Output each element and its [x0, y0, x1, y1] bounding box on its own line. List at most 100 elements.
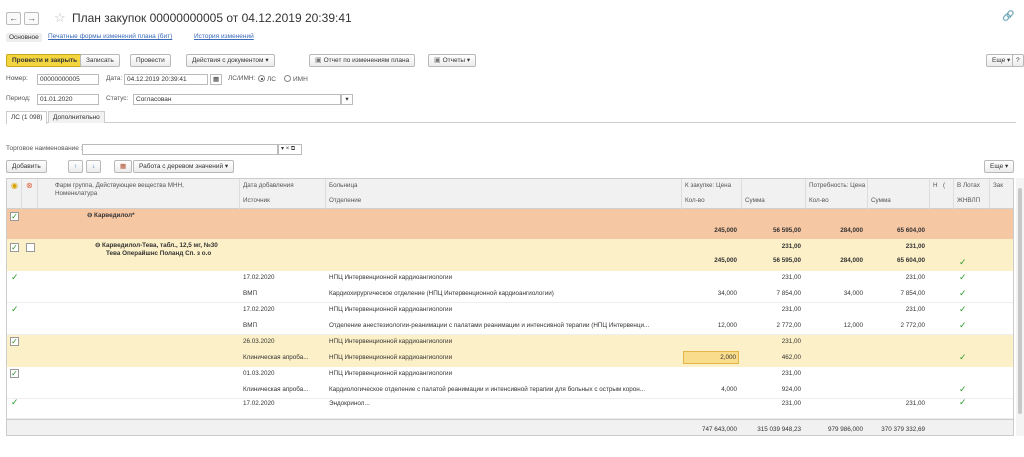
status-field[interactable]: Согласован	[133, 94, 341, 105]
number-label: Номер:	[6, 75, 28, 82]
clear-icon[interactable]: ×	[286, 146, 290, 152]
col-qty[interactable]: Кол-во	[685, 197, 705, 205]
favorite-star-icon[interactable]: ☆	[54, 10, 66, 26]
tab-history[interactable]: История изменений	[194, 33, 254, 40]
row-date: 17.02.2020	[243, 306, 275, 313]
scrollbar-thumb[interactable]	[1018, 188, 1022, 414]
col-date-added[interactable]: Дата добавления	[243, 182, 294, 190]
row-need-price: 231,00	[905, 400, 925, 407]
purchase-table: ◉ ⊗ Фарм группа, Действующее вещества МН…	[6, 178, 1014, 436]
col-in-lots[interactable]: В Лотах	[957, 182, 980, 190]
table-row[interactable]: ✓ 17.02.2020 НПЦ Интервенционной кардиоа…	[7, 303, 1013, 335]
tab-print-forms[interactable]: Печатные формы изменений плана (бит)	[48, 33, 172, 40]
check-icon: ✓	[11, 272, 19, 282]
window-title: План закупок 00000000005 от 04.12.2019 2…	[72, 11, 352, 25]
changes-report-label: Отчет по изменениям плана	[323, 57, 410, 64]
post-button[interactable]: Провести	[130, 54, 171, 67]
calendar-icon[interactable]: ▦	[210, 74, 222, 85]
col-zak[interactable]: Зак	[993, 182, 1003, 190]
col-need-sum[interactable]: Сумма	[871, 197, 891, 205]
table-row[interactable]: ✓ 01.03.2020 НПЦ Интервенционной кардиоа…	[7, 367, 1013, 399]
document-actions-label: Действия с документом	[192, 57, 264, 64]
item-need-sum: 65 604,00	[896, 257, 925, 264]
arrow-up-icon: ↑	[74, 163, 78, 170]
col-nomenclature[interactable]: Номенклатура	[55, 190, 97, 198]
row-source: ВМП	[243, 322, 257, 329]
open-icon[interactable]: ⧉	[291, 146, 295, 152]
collapse-icon[interactable]: ⊖	[87, 212, 94, 219]
item-sum: 56 595,00	[772, 257, 801, 264]
forward-button[interactable]: →	[24, 12, 39, 25]
post-and-close-button[interactable]: Провести и закрыть	[6, 54, 84, 67]
zhnvlp-check-icon: ✓	[959, 352, 967, 362]
col-h[interactable]: Н	[933, 182, 938, 190]
item-need-price: 231,00	[905, 243, 925, 250]
table-row[interactable]: ✓ 17.02.2020 Эндокринол... 231,00 231,00…	[7, 399, 1013, 419]
col-sum[interactable]: Сумма	[745, 197, 765, 205]
document-actions-button[interactable]: Действия с документом ▾	[186, 54, 275, 67]
tree-actions-button[interactable]: Работа с деревом значений ▾	[133, 160, 235, 173]
collapse-icon[interactable]: ⊖	[95, 242, 102, 249]
ls-imn-label: ЛС/ИМН:	[228, 75, 256, 82]
changes-report-button[interactable]: ▣ Отчет по изменениям плана	[309, 54, 416, 67]
col-hospital[interactable]: Больница	[329, 182, 358, 190]
row-sum: 2 772,00	[776, 322, 801, 329]
link-icon[interactable]: 🔗	[1002, 11, 1014, 22]
table-row-item[interactable]: ✓ ⊖ Карведилол-Тева, табл., 12,5 мг, №30…	[7, 239, 1013, 271]
row-date: 17.02.2020	[243, 400, 275, 407]
date-field[interactable]: 04.12.2019 20:39:41	[124, 74, 208, 85]
ls-radio[interactable]: ЛС	[256, 75, 276, 83]
row-checkbox-2[interactable]	[26, 243, 35, 252]
tab-additional[interactable]: Дополнительно	[48, 111, 105, 123]
tree-icon-button[interactable]: ▦	[114, 160, 133, 173]
imn-radio[interactable]: ИМН	[282, 75, 308, 83]
filter-actions[interactable]: ▾ × ⧉	[278, 144, 302, 155]
check-icon: ✓	[11, 399, 19, 407]
total-need-sum: 370 379 332,69	[881, 426, 925, 433]
row-checkbox[interactable]: ✓	[10, 212, 19, 221]
status-icon: ◉	[11, 181, 18, 190]
period-field[interactable]: 01.01.2020	[37, 94, 99, 105]
title-bar: ← → ☆ План закупок 00000000005 от 04.12.…	[0, 0, 1024, 32]
col-purchase-price[interactable]: К закупке: Цена	[685, 182, 731, 190]
col-c[interactable]: (	[943, 182, 945, 190]
table-row-selected[interactable]: ✓ 26.03.2020 НПЦ Интервенционной кардиоа…	[7, 335, 1013, 367]
reports-button[interactable]: ▣ Отчеты ▾	[428, 54, 477, 67]
zhnvlp-check-icon: ✓	[959, 288, 967, 298]
col-need-price[interactable]: Потребность: Цена	[809, 182, 865, 190]
back-button[interactable]: ←	[6, 12, 21, 25]
save-button[interactable]: Записать	[80, 54, 120, 67]
dropdown-icon[interactable]: ▾	[281, 146, 284, 152]
help-button[interactable]: ?	[1012, 54, 1024, 67]
number-field[interactable]: 00000000005	[37, 74, 99, 85]
arrow-down-icon: ↓	[92, 163, 96, 170]
tab-main[interactable]: Основное	[6, 33, 42, 42]
col-source[interactable]: Источник	[243, 197, 270, 205]
row-checkbox[interactable]: ✓	[10, 243, 19, 252]
status-dropdown-icon[interactable]: ▾	[341, 94, 353, 105]
col-zhnvlp[interactable]: ЖНВЛП	[957, 197, 980, 205]
group-name-text: Карведилол*	[94, 212, 135, 219]
move-up-button[interactable]: ↑	[68, 160, 84, 173]
item-name: ⊖ Карведилол-Тева, табл., 12,5 мг, №30	[95, 242, 218, 249]
table-row[interactable]: ✓ 17.02.2020 НПЦ Интервенционной кардиоа…	[7, 271, 1013, 303]
move-down-button[interactable]: ↓	[86, 160, 102, 173]
table-row-group[interactable]: ✓ ⊖ Карведилол* 245,000 56 595,00 284,00…	[7, 209, 1013, 239]
row-source: ВМП	[243, 290, 257, 297]
trade-name-label: Торговое наименование :	[6, 145, 83, 152]
col-pharm-group[interactable]: Фарм группа, Действующее вещества МНН,	[55, 182, 184, 190]
item-manufacturer: Тева Операйшнс Поланд Сп. з о.о	[106, 250, 212, 257]
add-button[interactable]: Добавить	[6, 160, 47, 173]
trade-name-input[interactable]	[82, 144, 278, 155]
grid-more-button[interactable]: Еще ▾	[984, 160, 1015, 173]
vertical-scrollbar[interactable]	[1016, 178, 1024, 436]
tab-ls[interactable]: ЛС (1 098)	[6, 111, 48, 124]
grid-more-label: Еще	[990, 163, 1004, 170]
col-need-qty[interactable]: Кол-во	[809, 197, 829, 205]
row-checkbox[interactable]: ✓	[10, 369, 19, 378]
row-source: Клиническая апроба...	[243, 386, 309, 393]
report-icon: ▣	[315, 57, 322, 64]
col-department[interactable]: Отделение	[329, 197, 361, 205]
row-checkbox[interactable]: ✓	[10, 337, 19, 346]
row-qty-active-cell[interactable]: 2,000	[683, 351, 739, 364]
